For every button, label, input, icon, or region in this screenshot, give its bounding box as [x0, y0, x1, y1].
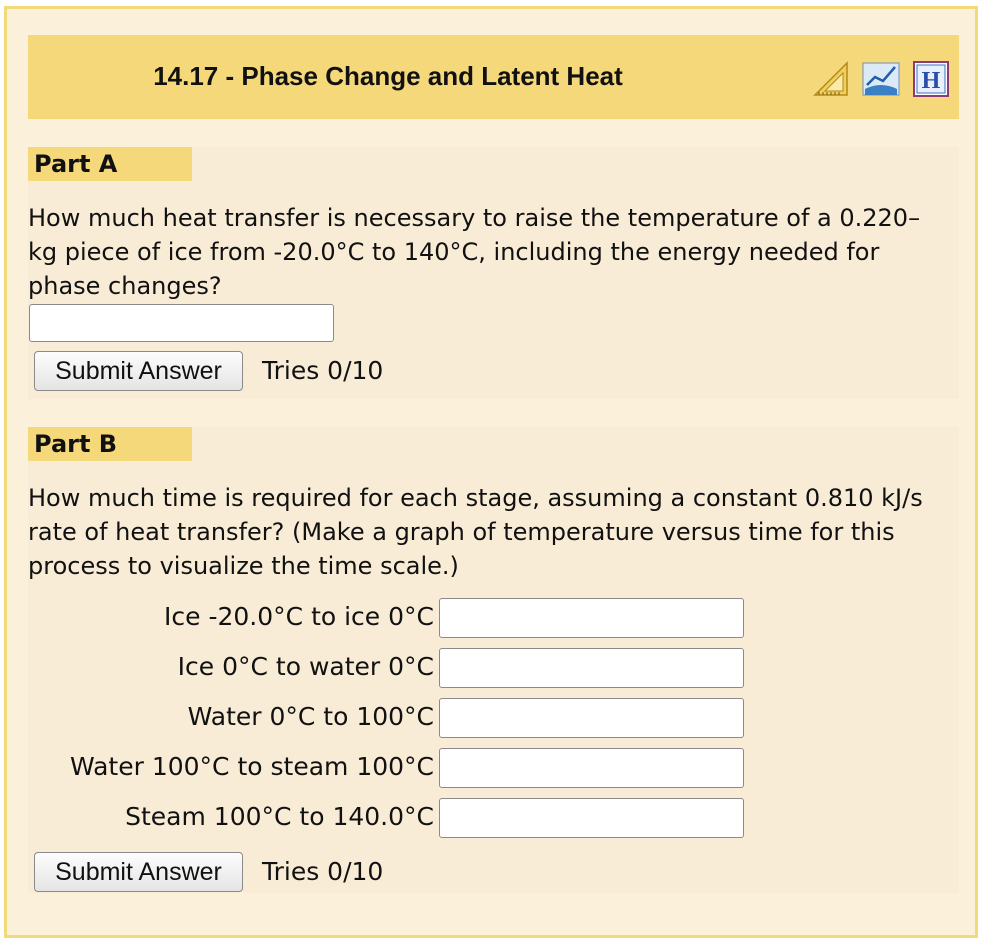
stage-3-label: Water 0°C to 100°C [187, 702, 434, 731]
part-b-label: Part B [28, 427, 192, 461]
svg-text:H: H [922, 68, 941, 94]
part-b-section: Part B How much time is required for eac… [28, 427, 959, 893]
stage-4-label: Water 100°C to steam 100°C [69, 752, 434, 781]
stage-2-time-input[interactable] [439, 648, 744, 688]
problem-panel: 14.17 - Phase Change and Latent Heat H P… [4, 6, 978, 938]
part-b-submit-button[interactable]: Submit Answer [34, 852, 243, 892]
stage-4-time-input[interactable] [439, 748, 744, 788]
stage-2-label: Ice 0°C to water 0°C [177, 652, 434, 681]
problem-title: 14.17 - Phase Change and Latent Heat [153, 61, 623, 91]
stage-5-label: Steam 100°C to 140.0°C [125, 802, 434, 831]
graph-book-icon[interactable] [861, 59, 901, 99]
stage-1-time-input[interactable] [439, 598, 744, 638]
part-b-tries: Tries 0/10 [262, 857, 384, 886]
header-icons: H [811, 59, 951, 99]
part-a-question: How much heat transfer is necessary to r… [28, 204, 921, 300]
part-a-label: Part A [28, 147, 192, 181]
stage-3-time-input[interactable] [439, 698, 744, 738]
part-a-section: Part A How much heat transfer is necessa… [28, 147, 959, 399]
stage-1-label: Ice -20.0°C to ice 0°C [164, 602, 434, 631]
triangle-ruler-icon[interactable] [811, 59, 851, 99]
part-b-question: How much time is required for each stage… [28, 484, 923, 580]
hint-h-icon[interactable]: H [911, 59, 951, 99]
stage-5-time-input[interactable] [439, 798, 744, 838]
part-a-answer-input[interactable] [29, 304, 334, 342]
part-a-tries: Tries 0/10 [262, 356, 384, 385]
problem-header: 14.17 - Phase Change and Latent Heat H [28, 35, 959, 119]
part-a-submit-button[interactable]: Submit Answer [34, 351, 243, 391]
